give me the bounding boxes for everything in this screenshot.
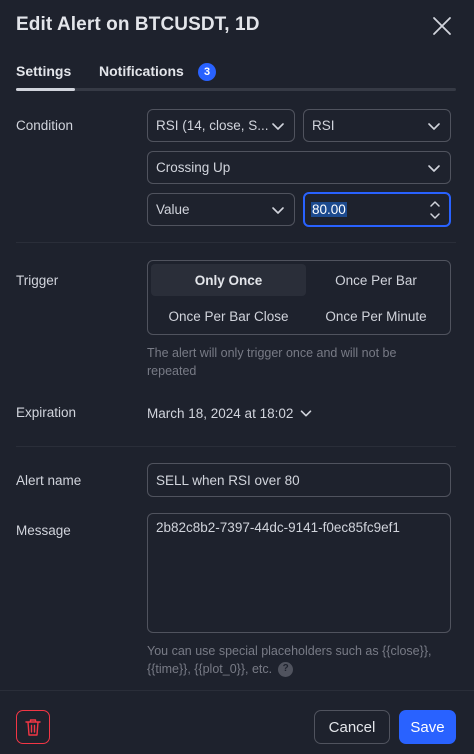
trigger-hint: The alert will only trigger once and wil… <box>147 346 397 378</box>
chevron-down-icon <box>428 164 440 172</box>
help-icon[interactable]: ? <box>278 661 294 677</box>
condition-plot-select[interactable]: RSI <box>303 109 451 142</box>
condition-source-select[interactable]: RSI (14, close, S... <box>147 109 295 142</box>
message-hint-line-2: {{time}}, {{plot_0}}, etc. <box>147 662 273 676</box>
message-textarea[interactable]: 2b82c8b2-7397-44dc-9141-f0ec85fc9ef1 <box>147 513 451 633</box>
condition-plot-value: RSI <box>312 118 335 133</box>
cancel-button[interactable]: Cancel <box>314 710 390 744</box>
close-button[interactable] <box>428 12 456 40</box>
close-icon <box>433 17 451 35</box>
delete-alert-button[interactable] <box>16 710 50 744</box>
stepper-icon[interactable] <box>427 197 443 223</box>
footer-divider <box>0 690 474 691</box>
trigger-option-once-per-minute[interactable]: Once Per Minute <box>302 300 450 332</box>
chevron-down-icon <box>301 410 312 417</box>
dialog-title: Edit Alert on BTCUSDT, 1D <box>16 14 260 35</box>
chevron-down-icon <box>428 122 440 130</box>
chevron-down-icon <box>272 206 284 214</box>
trigger-option-once-per-bar-close[interactable]: Once Per Bar Close <box>151 300 306 332</box>
trigger-options-group: Only Once Once Per Bar Once Per Bar Clos… <box>147 260 451 335</box>
notifications-count-badge: 3 <box>198 63 216 81</box>
trigger-option-once-per-bar[interactable]: Once Per Bar <box>302 264 450 296</box>
condition-source-value: RSI (14, close, S... <box>156 118 268 133</box>
tab-bar-track <box>16 88 456 91</box>
condition-value-text: 80.00 <box>311 202 347 217</box>
condition-operator-value: Crossing Up <box>156 160 231 175</box>
message-hint: You can use special placeholders such as… <box>147 642 457 678</box>
chevron-down-icon <box>272 122 284 130</box>
message-value: 2b82c8b2-7397-44dc-9141-f0ec85fc9ef1 <box>156 520 400 535</box>
alert-name-input[interactable]: SELL when RSI over 80 <box>147 463 451 497</box>
expiration-picker[interactable]: March 18, 2024 at 18:02 <box>147 403 315 423</box>
section-divider <box>16 446 456 447</box>
condition-value-input[interactable]: 80.00 <box>303 192 451 227</box>
message-label: Message <box>16 523 71 538</box>
trash-icon <box>25 719 41 736</box>
alert-name-value: SELL when RSI over 80 <box>156 472 300 488</box>
condition-label: Condition <box>16 118 74 133</box>
section-divider <box>16 242 456 243</box>
tab-active-indicator <box>16 88 75 91</box>
expiration-label: Expiration <box>16 405 77 420</box>
tab-notifications[interactable]: Notifications <box>99 63 184 79</box>
trigger-label: Trigger <box>16 273 59 288</box>
alert-name-label: Alert name <box>16 473 82 488</box>
tab-settings[interactable]: Settings <box>16 63 71 79</box>
save-button[interactable]: Save <box>399 710 456 744</box>
expiration-value: March 18, 2024 at 18:02 <box>147 405 294 421</box>
trigger-option-only-once[interactable]: Only Once <box>151 264 306 296</box>
message-hint-line-1: You can use special placeholders such as… <box>147 644 432 658</box>
condition-operator-select[interactable]: Crossing Up <box>147 151 451 184</box>
condition-compare-type-value: Value <box>156 202 190 217</box>
condition-compare-type-select[interactable]: Value <box>147 193 295 226</box>
